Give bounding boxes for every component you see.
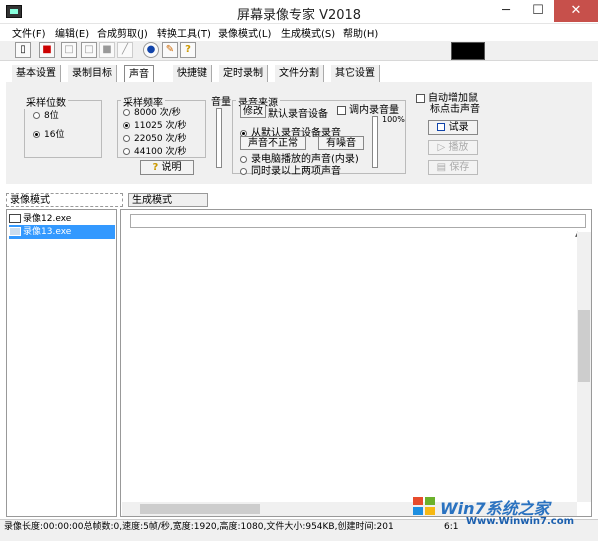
adjust-internal-checkbox[interactable]: 调内录音量 — [337, 101, 399, 116]
exe-file-icon — [9, 214, 21, 223]
radio-16bit[interactable]: 16位 — [33, 127, 64, 140]
menu-bar: 文件(F) 编辑(E) 合成剪取(J) 转换工具(T) 录像模式(L) 生成模式… — [0, 24, 598, 41]
menu-file[interactable]: 文件(F) — [12, 25, 46, 40]
main-pane — [120, 209, 592, 517]
play-button[interactable]: ▷ 播放 — [428, 140, 478, 155]
maximize-button[interactable]: ☐ — [523, 0, 553, 22]
stop-icon[interactable]: □ — [61, 42, 77, 58]
pause-icon[interactable]: □ — [81, 42, 97, 58]
play-icon: ▷ — [437, 142, 446, 153]
list-item[interactable]: 录像12.exe — [9, 212, 115, 226]
radio-8bit[interactable]: 8位 — [33, 108, 59, 121]
menu-edit[interactable]: 编辑(E) — [55, 25, 89, 40]
list-item[interactable]: 录像13.exe — [9, 225, 115, 239]
menu-gen-mode[interactable]: 生成模式(S) — [281, 25, 335, 40]
tab-record-target[interactable]: 录制目标 — [68, 65, 117, 82]
minimize-button[interactable]: ─ — [491, 0, 521, 22]
volume-slider[interactable] — [216, 108, 222, 168]
main-input[interactable] — [130, 214, 586, 228]
edit-file-icon[interactable]: ✎ — [162, 42, 178, 58]
toolbar: ▯ ■ □ □ ■ ╱ ● ✎ ? — [0, 41, 598, 61]
radio-11025[interactable]: 11025 次/秒 — [123, 118, 187, 131]
tab-other[interactable]: 其它设置 — [331, 65, 380, 82]
sample-bits-title: 采样位数 — [24, 94, 68, 109]
default-device-label: 默认录音设备 — [268, 109, 328, 120]
radio-8000[interactable]: 8000 次/秒 — [123, 105, 181, 118]
preview-box — [451, 42, 485, 60]
file-list — [6, 209, 117, 517]
vertical-scroll-thumb[interactable] — [578, 310, 590, 382]
tab-file-split[interactable]: 文件分割 — [275, 65, 324, 82]
abnormal-sound-button[interactable]: 声音不正常 — [240, 136, 306, 150]
radio-44100[interactable]: 44100 次/秒 — [123, 144, 187, 157]
test-record-button[interactable]: 试录 — [428, 120, 478, 135]
tab-gen-mode[interactable]: 生成模式 — [128, 193, 208, 207]
menu-record-mode[interactable]: 录像模式(L) — [218, 25, 271, 40]
tab-sound[interactable]: 声音 — [124, 65, 154, 82]
volume-percent: 100% — [382, 115, 405, 124]
noise-button[interactable]: 有噪音 — [318, 136, 364, 150]
volume-label: 音量 — [211, 97, 231, 108]
close-button[interactable]: ✕ — [554, 0, 598, 22]
explain-button[interactable]: ? 说明 — [140, 160, 194, 175]
tab-record-mode[interactable]: 录像模式 — [6, 193, 123, 207]
save-icon: ▤ — [436, 162, 447, 173]
auto-mouse-label-2: 标点击声音 — [430, 104, 480, 115]
tab-schedule[interactable]: 定时录制 — [219, 65, 268, 82]
radio-both[interactable]: 同时录以上两项声音 — [240, 162, 341, 177]
tab-hotkeys[interactable]: 快捷键 — [173, 65, 212, 82]
menu-help[interactable]: 帮助(H) — [343, 25, 378, 40]
brush-icon[interactable]: ╱ — [117, 42, 133, 58]
exe-file-icon — [9, 227, 21, 236]
title-bar: 屏幕录像专家 V2018 ─ ☐ ✕ — [0, 0, 598, 24]
camera-icon[interactable]: ■ — [99, 42, 115, 58]
radio-22050[interactable]: 22050 次/秒 — [123, 131, 187, 144]
menu-compose[interactable]: 合成剪取(J) — [97, 25, 148, 40]
tab-basic[interactable]: 基本设置 — [12, 65, 61, 82]
help-icon: ? — [152, 162, 159, 173]
internal-volume-slider[interactable] — [372, 116, 378, 168]
horizontal-scroll-thumb[interactable] — [140, 504, 260, 514]
globe-icon[interactable]: ● — [143, 42, 159, 58]
help-icon[interactable]: ? — [180, 42, 196, 58]
watermark-url: Www.Winwin7.com — [466, 516, 575, 527]
record-icon — [437, 123, 446, 131]
save-button[interactable]: ▤ 保存 — [428, 160, 478, 175]
menu-convert[interactable]: 转换工具(T) — [157, 25, 211, 40]
modify-button[interactable]: 修改 — [240, 104, 266, 118]
windows-logo-icon — [413, 497, 435, 515]
record-icon[interactable]: ■ — [39, 42, 55, 58]
new-file-icon[interactable]: ▯ — [15, 42, 31, 58]
